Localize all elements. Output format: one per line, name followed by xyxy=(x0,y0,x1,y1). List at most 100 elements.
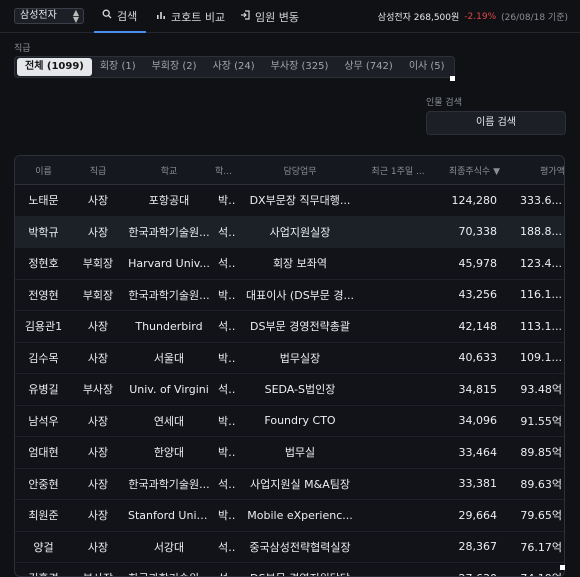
cell-valuation: 333.6... xyxy=(501,184,564,217)
cell-recent-week xyxy=(364,247,432,280)
cell-recent-week xyxy=(364,405,432,437)
cell-rank: 부사장 xyxy=(72,373,124,406)
cell-name: 전영현 xyxy=(15,279,72,311)
table-row[interactable]: 유병길부사장Univ. of Virgini석...SEDA-S법인장 34,81… xyxy=(15,373,564,406)
cell-valuation: 76.17억 xyxy=(501,531,564,563)
cell-shares: 27,630 xyxy=(432,562,501,576)
cell-name: 김용관1 xyxy=(15,310,72,343)
tab-executive-changes-label: 임원 변동 xyxy=(255,10,299,24)
name-search-button[interactable]: 이름 검색 xyxy=(426,111,566,135)
cell-recent-week xyxy=(364,279,432,311)
cell-school: 한양대 xyxy=(124,436,214,469)
cell-recent-week xyxy=(364,216,432,248)
stock-price: 삼성전자 268,500원 -2.19% (26/08/18 기준) xyxy=(378,0,568,33)
cell-shares: 28,367 xyxy=(432,531,501,563)
resize-handle xyxy=(560,565,565,570)
col-header-valuation[interactable]: 평가액 xyxy=(501,156,564,185)
cell-shares: 124,280 xyxy=(432,184,501,217)
col-header-degree[interactable]: 학... xyxy=(214,156,236,185)
cell-duty: 사업지원실장 xyxy=(236,216,364,248)
table-row[interactable]: 안중현사장한국과학기술원...석...사업지원실 M&A팀장 33,38189.6… xyxy=(15,468,564,500)
table-row[interactable]: 최원준사장Stanford Univ...박...Mobile eXperien… xyxy=(15,499,564,532)
rank-tab-chairman[interactable]: 회장 (1) xyxy=(92,58,144,76)
cell-name: 안중현 xyxy=(15,468,72,500)
cell-recent-week xyxy=(364,531,432,563)
table-row[interactable]: 양걸사장서강대석...중국삼성전략협력실장 28,36776.17억 xyxy=(15,531,564,563)
rank-tab-vice-chairman[interactable]: 부회장 (2) xyxy=(144,58,205,76)
cell-shares: 33,464 xyxy=(432,436,501,469)
cell-school: 서강대 xyxy=(124,531,214,563)
cell-valuation: 89.85억 xyxy=(501,436,564,469)
cell-valuation: 93.48억 xyxy=(501,373,564,406)
rank-tab-president[interactable]: 사장 (24) xyxy=(205,58,263,76)
cell-school: 한국과학기술원... xyxy=(124,562,214,576)
tab-cohort-compare[interactable]: 코호트 비교 xyxy=(156,0,225,33)
cell-school: Harvard Univ... xyxy=(124,247,214,280)
cell-school: Thunderbird xyxy=(124,310,214,343)
cell-name: 노태문 xyxy=(15,184,72,217)
cell-recent-week xyxy=(364,562,432,576)
search-icon xyxy=(102,9,112,22)
cell-degree: 박... xyxy=(214,499,236,532)
table-row[interactable]: 전영현부회장한국과학기술원...박...대표이사 (DS부문 경... 43,25… xyxy=(15,279,564,311)
cell-rank: 부사장 xyxy=(72,562,124,576)
stock-name-price: 삼성전자 268,500원 xyxy=(377,13,460,23)
col-header-name[interactable]: 이름 xyxy=(15,156,72,185)
cell-degree: 박... xyxy=(214,184,236,217)
cell-valuation: 116.1... xyxy=(501,279,564,311)
tab-search[interactable]: 검색 xyxy=(94,0,146,33)
col-header-shares[interactable]: 최종주식수 ▼ xyxy=(432,156,501,185)
tab-executive-changes[interactable]: 임원 변동 xyxy=(240,0,299,33)
cell-valuation: 89.63억 xyxy=(501,468,564,500)
rank-tab-director[interactable]: 이사 (5) xyxy=(401,58,453,76)
cell-school: 연세대 xyxy=(124,405,214,437)
cell-duty: DS부문 경영전략총괄 xyxy=(236,310,364,343)
rank-tab-all[interactable]: 전체 (1099) xyxy=(17,58,92,76)
cell-rank: 사장 xyxy=(72,216,124,248)
cell-recent-week xyxy=(364,499,432,532)
resize-handle xyxy=(450,76,455,81)
cell-shares: 33,381 xyxy=(432,468,501,500)
table-row[interactable]: 김용관1사장Thunderbird석...DS부문 경영전략총괄 42,14811… xyxy=(15,310,564,343)
cell-rank: 사장 xyxy=(72,468,124,500)
cell-degree: 석... xyxy=(214,216,236,248)
rank-tab-executive-vp[interactable]: 부사장 (325) xyxy=(263,58,337,76)
cell-rank: 부회장 xyxy=(72,279,124,311)
cell-degree: 박... xyxy=(214,279,236,311)
cell-name: 김홍경 xyxy=(15,562,72,576)
cell-rank: 사장 xyxy=(72,310,124,343)
cell-duty: SEDA-S법인장 xyxy=(236,373,364,406)
cell-shares: 42,148 xyxy=(432,310,501,343)
table-row[interactable]: 엄대현사장한양대박...법무실 33,46489.85억 xyxy=(15,436,564,469)
table-row[interactable]: 남석우사장연세대박...Foundry CTO 34,09691.55억 xyxy=(15,405,564,437)
cell-shares: 40,633 xyxy=(432,342,501,374)
stock-change: -2.19% xyxy=(464,11,497,22)
col-header-duty[interactable]: 담당업무 xyxy=(236,156,364,185)
table-row[interactable]: 박학규사장한국과학기술원...석...사업지원실장 70,338188.8... xyxy=(15,216,564,248)
col-header-recent-week[interactable]: 최근 1주일 ... xyxy=(364,156,432,185)
cell-rank: 사장 xyxy=(72,531,124,563)
table-row[interactable]: 김홍경부사장한국과학기술원...석...DS부문 경영지원담당 27,63074.… xyxy=(15,562,564,576)
rank-filter-tabs: 전체 (1099) 회장 (1) 부회장 (2) 사장 (24) 부사장 (32… xyxy=(14,56,455,78)
cell-name: 유병길 xyxy=(15,373,72,406)
cell-shares: 34,815 xyxy=(432,373,501,406)
login-arrow-icon xyxy=(240,10,250,23)
cell-name: 박학규 xyxy=(15,216,72,248)
table-row[interactable]: 김수목사장서울대박...법무실장 40,633109.1... xyxy=(15,342,564,374)
cell-name: 김수목 xyxy=(15,342,72,374)
cell-duty: 회장 보좌역 xyxy=(236,247,364,280)
rank-tab-managing-director[interactable]: 상무 (742) xyxy=(336,58,400,76)
cell-recent-week xyxy=(364,184,432,217)
cell-duty: DX부문장 직무대행... xyxy=(236,184,364,217)
cell-rank: 사장 xyxy=(72,405,124,437)
tab-search-label: 검색 xyxy=(117,9,138,23)
cell-valuation: 113.1... xyxy=(501,310,564,343)
cell-shares: 70,338 xyxy=(432,216,501,248)
table-row[interactable]: 정현호부회장Harvard Univ...석...회장 보좌역 45,978123… xyxy=(15,247,564,280)
col-header-rank[interactable]: 직급 xyxy=(72,156,124,185)
table-row[interactable]: 노태문사장포항공대박...DX부문장 직무대행... 124,280333.6..… xyxy=(15,184,564,217)
company-select[interactable]: 삼성전자 ▲ ▼ xyxy=(14,8,84,24)
col-header-school[interactable]: 학교 xyxy=(124,156,214,185)
cell-name: 정현호 xyxy=(15,247,72,280)
cell-degree: 박... xyxy=(214,405,236,437)
